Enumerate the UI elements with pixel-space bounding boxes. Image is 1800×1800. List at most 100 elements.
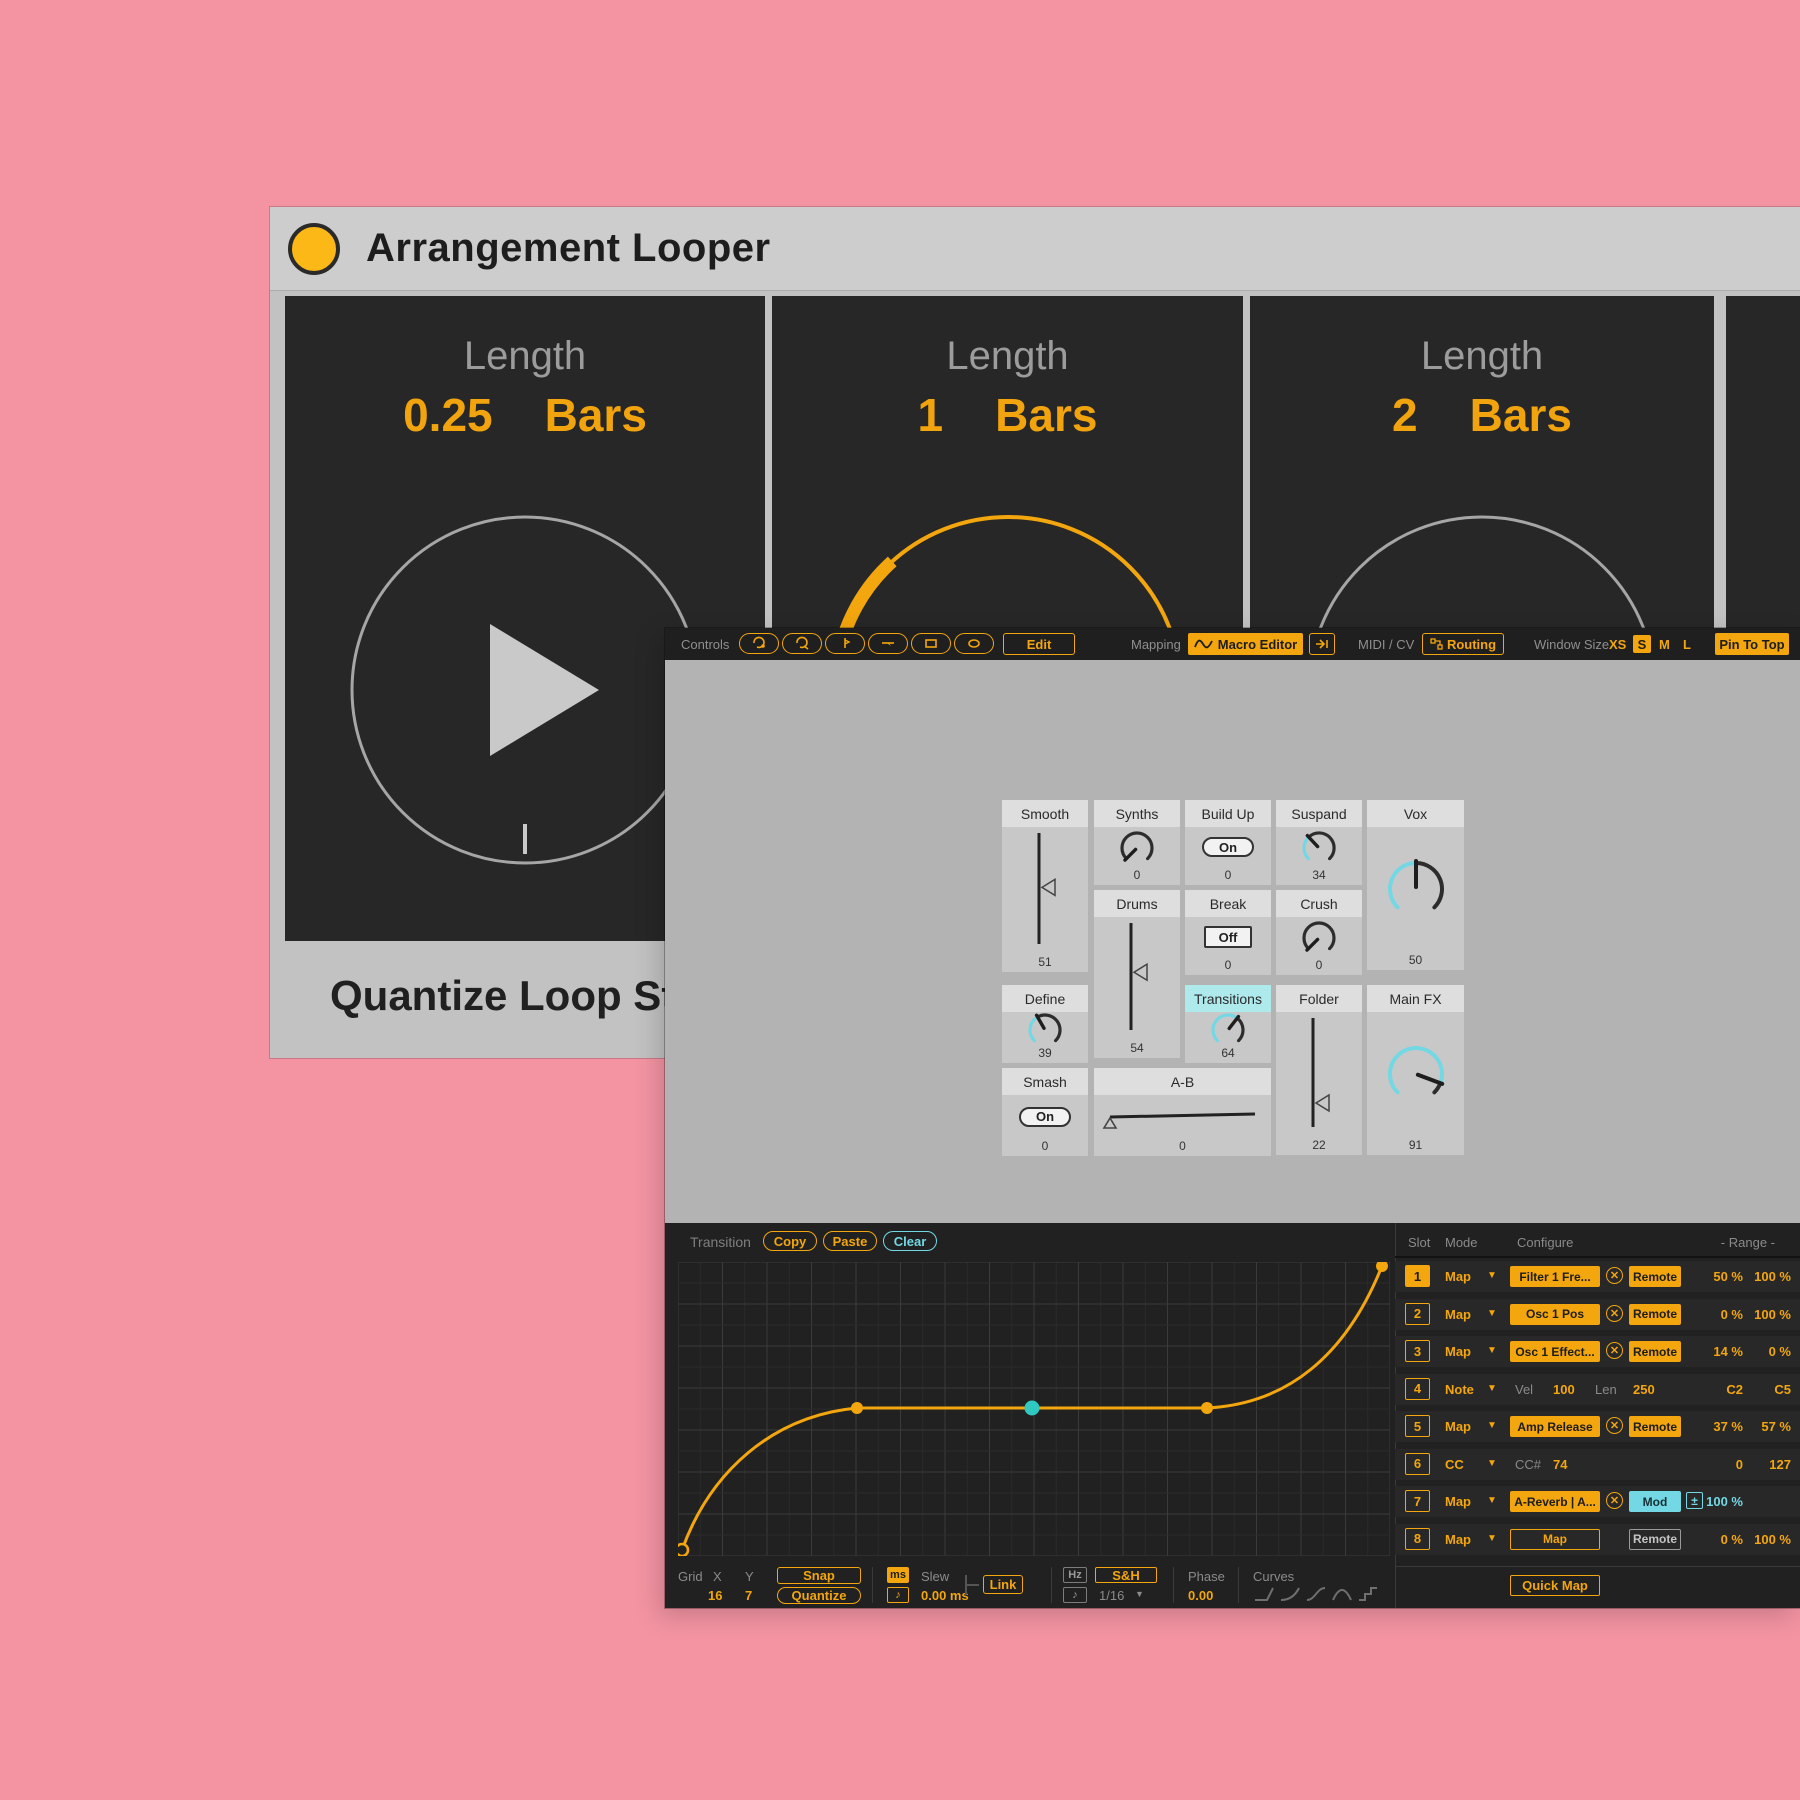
unmap-icon[interactable]: ✕ [1606, 1267, 1623, 1284]
slot-number-8[interactable]: 8 [1405, 1528, 1430, 1550]
macro-control-vox[interactable] [1367, 827, 1464, 950]
secondary-button[interactable]: Remote [1629, 1416, 1681, 1437]
range-min[interactable]: 0 % [1695, 1307, 1743, 1322]
chevron-down-icon[interactable]: ▼ [1487, 1420, 1497, 1431]
macro-value-synths[interactable]: 0 [1094, 868, 1180, 882]
macro-label-define[interactable]: Define [1002, 985, 1088, 1012]
range-min[interactable]: C2 [1695, 1382, 1743, 1397]
slot-number-5[interactable]: 5 [1405, 1415, 1430, 1437]
range-min[interactable]: 50 % [1695, 1269, 1743, 1284]
slew-value[interactable]: 0.00 ms [921, 1588, 969, 1603]
ramp-icon[interactable] [868, 633, 908, 654]
macro-label-mainfx[interactable]: Main FX [1367, 985, 1464, 1012]
grid-x-value[interactable]: 16 [708, 1588, 722, 1603]
phase-value[interactable]: 0.00 [1188, 1588, 1213, 1603]
pin-to-top-button[interactable]: Pin To Top [1715, 633, 1789, 655]
target-button[interactable]: Osc 1 Effect... [1510, 1341, 1600, 1362]
snap-button[interactable]: Snap [777, 1567, 861, 1584]
chevron-down-icon[interactable]: ▼ [1487, 1308, 1497, 1319]
range-max[interactable]: 127 [1739, 1457, 1791, 1472]
chevron-down-icon[interactable]: ▼ [1487, 1345, 1497, 1356]
target-button[interactable]: Filter 1 Fre... [1510, 1266, 1600, 1287]
mode-select[interactable]: Map [1445, 1269, 1471, 1284]
macro-control-define[interactable] [1002, 1012, 1088, 1047]
ramp-curve-icon[interactable] [1253, 1586, 1279, 1602]
curve-point-1[interactable] [678, 1544, 688, 1556]
unmap-icon[interactable]: ✕ [1606, 1305, 1623, 1322]
macro-value-mainfx[interactable]: 91 [1367, 1138, 1464, 1152]
target-button[interactable]: Amp Release [1510, 1416, 1600, 1437]
length-value[interactable]: 2 [1392, 388, 1418, 442]
paste-button[interactable]: Paste [823, 1231, 877, 1251]
macro-value-suspand[interactable]: 34 [1276, 868, 1362, 882]
toggle-smash[interactable]: On [1019, 1107, 1071, 1127]
field-value[interactable]: 100 [1553, 1382, 1575, 1397]
secondary-button[interactable]: Remote [1629, 1341, 1681, 1362]
loop-dial[interactable] [347, 512, 703, 868]
slot-number-1[interactable]: 1 [1405, 1265, 1430, 1287]
range-min[interactable]: 0 [1695, 1457, 1743, 1472]
frame-icon[interactable] [911, 633, 951, 654]
slot-number-2[interactable]: 2 [1405, 1303, 1430, 1325]
macro-editor-button[interactable]: Macro Editor [1188, 633, 1303, 655]
arch-curve-icon[interactable] [1331, 1586, 1357, 1602]
range-min[interactable]: 37 % [1695, 1419, 1743, 1434]
range-min[interactable]: 0 % [1695, 1532, 1743, 1547]
toggle-break[interactable]: Off [1204, 926, 1252, 948]
range-max[interactable]: 100 % [1739, 1269, 1791, 1284]
mode-select[interactable]: Map [1445, 1532, 1471, 1547]
slot-number-3[interactable]: 3 [1405, 1340, 1430, 1362]
note-mode-button[interactable]: ♪ [887, 1587, 909, 1603]
macro-control-smash[interactable]: On [1002, 1095, 1088, 1138]
mode-select[interactable]: Map [1445, 1419, 1471, 1434]
range-min[interactable]: 100 % [1695, 1494, 1743, 1509]
mode-select[interactable]: Note [1445, 1382, 1474, 1397]
macro-label-vox[interactable]: Vox [1367, 800, 1464, 827]
macro-control-transitions[interactable] [1185, 1012, 1271, 1047]
curve-point-2[interactable] [851, 1402, 863, 1414]
chevron-down-icon[interactable]: ▼ [1487, 1383, 1497, 1394]
sample-hold-button[interactable]: S&H [1095, 1567, 1157, 1583]
window-titlebar[interactable]: Arrangement Looper [270, 207, 1800, 291]
target-button[interactable]: Map [1510, 1529, 1600, 1550]
ellipse-icon[interactable] [954, 633, 994, 654]
range-min[interactable]: 14 % [1695, 1344, 1743, 1359]
mode-select[interactable]: CC [1445, 1457, 1464, 1472]
macro-label-synths[interactable]: Synths [1094, 800, 1180, 827]
chevron-down-icon[interactable]: ▼ [1487, 1533, 1497, 1544]
quick-map-button[interactable]: Quick Map [1510, 1575, 1600, 1596]
range-max[interactable]: 0 % [1739, 1344, 1791, 1359]
macro-control-mainfx[interactable] [1367, 1012, 1464, 1135]
macro-label-break[interactable]: Break [1185, 890, 1271, 917]
size-m-button[interactable]: M [1659, 637, 1670, 652]
macro-value-folder[interactable]: 22 [1276, 1138, 1362, 1152]
macro-label-ab[interactable]: A-B [1094, 1068, 1271, 1095]
macro-label-drums[interactable]: Drums [1094, 890, 1180, 917]
macro-control-folder[interactable] [1276, 1012, 1362, 1133]
chevron-down-icon[interactable]: ▼ [1487, 1270, 1497, 1281]
marker-icon[interactable] [825, 633, 865, 654]
ms-mode-button[interactable]: ms [887, 1567, 909, 1583]
macro-control-break[interactable]: Off [1185, 917, 1271, 957]
macro-label-buildup[interactable]: Build Up [1185, 800, 1271, 827]
clear-button[interactable]: Clear [883, 1231, 937, 1251]
retrigger-icon[interactable] [782, 633, 822, 654]
macro-value-drums[interactable]: 54 [1094, 1041, 1180, 1055]
macro-value-crush[interactable]: 0 [1276, 958, 1362, 972]
macro-control-ab[interactable] [1094, 1095, 1271, 1138]
steps-curve-icon[interactable] [1357, 1586, 1383, 1602]
hz-mode-button[interactable]: Hz [1063, 1567, 1087, 1583]
secondary-button[interactable]: Remote [1629, 1266, 1681, 1287]
macro-value-smooth[interactable]: 51 [1002, 955, 1088, 969]
mode-select[interactable]: Map [1445, 1494, 1471, 1509]
grid-y-value[interactable]: 7 [745, 1588, 752, 1603]
target-button[interactable]: A-Reverb | A... [1510, 1491, 1600, 1512]
toggle-buildup[interactable]: On [1202, 837, 1254, 857]
macro-value-break[interactable]: 0 [1185, 958, 1271, 972]
routing-button[interactable]: Routing [1422, 633, 1504, 655]
unmap-icon[interactable]: ✕ [1606, 1417, 1623, 1434]
macro-label-smash[interactable]: Smash [1002, 1068, 1088, 1095]
secondary-button[interactable]: Remote [1629, 1304, 1681, 1325]
curve-point-3[interactable] [1025, 1401, 1040, 1416]
expand-button[interactable] [1309, 633, 1335, 655]
